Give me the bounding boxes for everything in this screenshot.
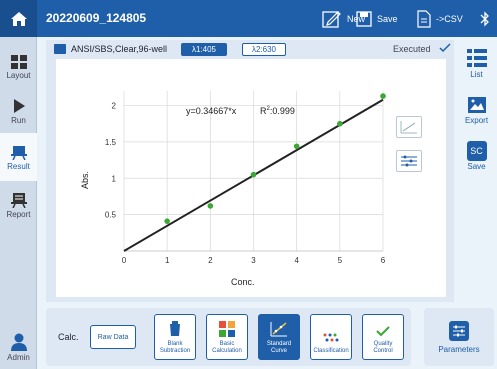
layout-icon xyxy=(10,54,27,69)
y-tick-label: 0.5 xyxy=(105,211,117,220)
export-button[interactable]: Export xyxy=(456,97,497,125)
left-sidebar: Layout Run Result Report Admin xyxy=(0,37,37,369)
trendline-icon xyxy=(400,121,417,134)
wavelength1-button[interactable]: λ1:405 xyxy=(181,43,227,56)
sidebar-item-report[interactable]: Report xyxy=(0,181,37,229)
x-tick-label: 5 xyxy=(338,256,343,265)
button-label: Calculation xyxy=(212,348,242,354)
blank-subtraction-icon xyxy=(170,321,180,336)
r-squared: R2:0.999 xyxy=(260,106,295,116)
home-button[interactable] xyxy=(0,0,37,37)
y-tick-label: 2 xyxy=(112,102,117,111)
button-label: Quality xyxy=(373,341,393,347)
execution-status: Executed xyxy=(393,44,431,54)
x-tick-label: 2 xyxy=(208,256,213,265)
new-document-icon xyxy=(322,10,341,28)
report-icon xyxy=(10,192,27,208)
check-icon xyxy=(439,43,451,53)
quality-control-icon xyxy=(376,326,390,337)
data-point xyxy=(250,171,257,178)
list-button[interactable]: List xyxy=(456,49,497,79)
sc-save-label: Save xyxy=(467,162,486,171)
data-point xyxy=(337,120,343,127)
export-label: Export xyxy=(464,116,489,125)
run-icon xyxy=(13,98,25,113)
button-label: Basic xyxy=(219,341,235,347)
y-axis-label: Abs. xyxy=(80,170,90,189)
sidebar-item-label: Layout xyxy=(6,70,31,80)
sidebar-item-label: Report xyxy=(6,209,31,219)
save-label: Save xyxy=(377,13,398,24)
fit-equation: y=0.34667*x xyxy=(186,106,237,116)
standard-curve-button[interactable]: Standard Curve xyxy=(258,314,300,360)
home-icon xyxy=(10,11,27,26)
blank-subtraction-button[interactable]: Blank Subtraction xyxy=(154,314,196,360)
x-tick-label: 4 xyxy=(294,256,299,265)
parameters-icon xyxy=(449,320,469,341)
button-label: Classification xyxy=(313,348,349,354)
data-point xyxy=(207,203,214,209)
quality-control-button[interactable]: Quality Control xyxy=(362,314,404,360)
user-account[interactable]: Admin xyxy=(0,323,37,369)
data-point xyxy=(293,143,300,150)
button-label: Blank xyxy=(167,341,183,347)
x-axis-label: Conc. xyxy=(231,277,255,287)
sc-save-button[interactable]: SC Save xyxy=(456,141,497,171)
standard-curve-icon xyxy=(270,322,287,337)
plate-icon xyxy=(54,44,66,54)
main-panel: ANSI/SBS,Clear,96-well λ1:405 λ2:630 Exe… xyxy=(46,40,454,302)
y-tick-label: 1.5 xyxy=(105,138,117,147)
sidebar-item-run[interactable]: Run xyxy=(0,87,37,135)
sidebar-item-layout[interactable]: Layout xyxy=(0,43,37,91)
wavelength2-button[interactable]: λ2:630 xyxy=(242,43,286,56)
x-tick-label: 0 xyxy=(122,256,127,265)
right-sidebar: List Export SC Save xyxy=(456,37,497,305)
button-label: Subtraction xyxy=(159,348,191,354)
sidebar-item-label: Run xyxy=(11,115,26,125)
data-point xyxy=(380,93,386,99)
sc-save-icon: SC xyxy=(466,141,487,161)
bluetooth-icon xyxy=(480,10,489,27)
save-button[interactable]: Save xyxy=(356,6,398,31)
result-icon xyxy=(10,145,27,160)
document-icon xyxy=(417,9,431,28)
chart-card: 0 1 2 3 4 5 6 0.5 1 1.5 2 y=0.34667*x R2:0.999 Con… xyxy=(56,59,446,297)
user-icon xyxy=(10,333,27,351)
sidebar-item-result[interactable]: Result xyxy=(0,133,37,181)
list-icon xyxy=(466,49,487,67)
calculation-bar: Calc. Raw Data Blank Subtraction Basic C… xyxy=(46,308,411,366)
trendline-toggle-button[interactable] xyxy=(396,116,422,138)
button-label: Curve xyxy=(270,348,287,354)
bluetooth-button[interactable] xyxy=(480,6,490,31)
button-label: Standard xyxy=(266,341,292,347)
x-tick-label: 3 xyxy=(251,256,256,265)
classification-button[interactable]: Classification xyxy=(310,314,352,360)
image-export-icon xyxy=(467,97,486,113)
user-label: Admin xyxy=(7,352,30,362)
classification-icon xyxy=(323,333,339,342)
raw-data-button[interactable]: Raw Data xyxy=(90,325,136,349)
basic-calculation-icon xyxy=(219,321,235,337)
button-label: Control xyxy=(373,348,393,354)
parameters-label: Parameters xyxy=(438,344,480,354)
standard-curve-chart: 0 1 2 3 4 5 6 0.5 1 1.5 2 xyxy=(105,91,386,265)
plate-name: ANSI/SBS,Clear,96-well xyxy=(71,44,168,54)
data-point xyxy=(164,218,170,224)
x-tick-label: 6 xyxy=(381,256,386,265)
csv-label: ->CSV xyxy=(436,13,463,24)
series-settings-icon xyxy=(401,155,417,167)
x-tick-label: 1 xyxy=(165,256,170,265)
document-title: 20220609_124805 xyxy=(46,11,147,25)
sidebar-item-label: Result xyxy=(7,161,30,171)
y-tick-label: 1 xyxy=(112,174,117,183)
calc-label: Calc. xyxy=(58,332,79,342)
basic-calculation-button[interactable]: Basic Calculation xyxy=(206,314,248,360)
export-csv-button[interactable]: ->CSV xyxy=(417,6,463,31)
save-icon xyxy=(356,10,372,27)
series-settings-button[interactable] xyxy=(396,150,422,172)
top-bar: 20220609_124805 New Save ->CSV xyxy=(0,0,497,37)
r2-value: :0.999 xyxy=(269,106,295,116)
parameters-button[interactable]: Parameters xyxy=(424,308,494,366)
list-label: List xyxy=(470,70,483,79)
